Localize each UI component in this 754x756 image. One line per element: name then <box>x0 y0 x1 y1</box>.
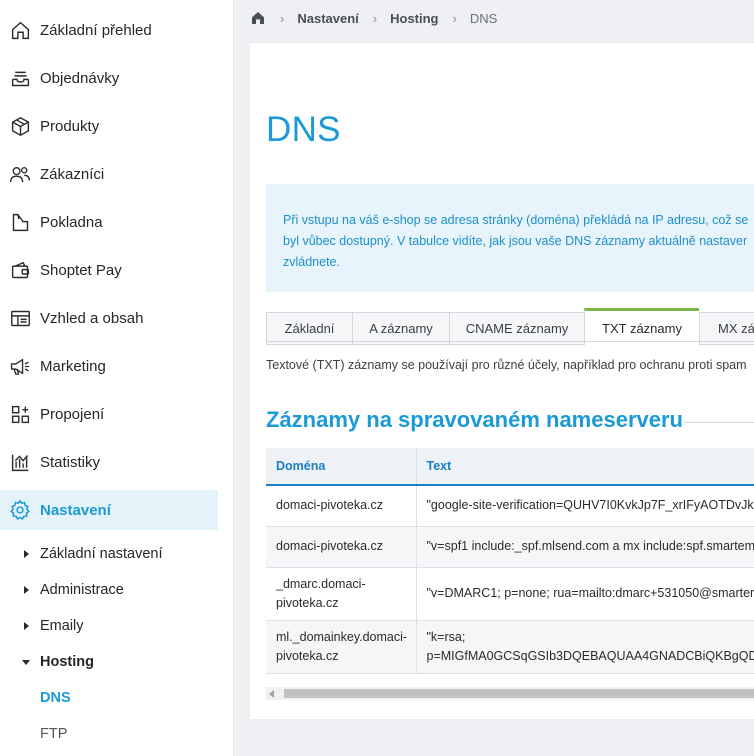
integrations-icon <box>9 403 31 425</box>
home-icon[interactable] <box>250 10 266 26</box>
sidebar-item-label: Pokladna <box>40 213 103 231</box>
tab-bar: Základní A záznamy CNAME záznamy TXT záz… <box>266 308 754 345</box>
subnav-item-label: Základní nastavení <box>40 546 163 562</box>
subnav-item-label: Hosting <box>40 654 94 670</box>
table-header-row: Doména Text <box>266 448 754 486</box>
sidebar-item-label: Základní přehled <box>40 21 152 39</box>
cell-text: "k=rsa; p=MIGfMA0GCSqGSIb3DQEBAQUAA4GNAD… <box>415 620 754 674</box>
sidebar-item-label: Zákazníci <box>40 165 105 183</box>
info-line: zvládnete. <box>283 255 340 269</box>
sidebar-item-objednavky[interactable]: Objednávky <box>0 58 218 98</box>
cell-text: "v=spf1 include:_spf.mlsend.com a mx inc… <box>415 526 754 568</box>
cell-domain: ml._domainkey.domaci-pivoteka.cz <box>266 620 416 674</box>
breadcrumb-link-nastaveni[interactable]: Nastavení <box>297 11 358 26</box>
home-icon <box>9 19 31 41</box>
layout-icon <box>9 307 31 329</box>
horizontal-scrollbar[interactable] <box>266 687 754 700</box>
sidebar-item-label: Marketing <box>40 357 106 375</box>
sidebar-item-label: Propojení <box>40 405 105 423</box>
tab-divider <box>266 341 754 342</box>
subnav-item-dns[interactable]: DNS <box>0 684 218 712</box>
subnav-item-ftp[interactable]: FTP <box>0 720 218 748</box>
breadcrumb-current: DNS <box>469 10 498 26</box>
sidebar-item-zakaznici[interactable]: Zákazníci <box>0 154 218 194</box>
caret-right-icon <box>24 622 29 630</box>
chevron-right-icon: › <box>280 10 285 26</box>
table-row: _dmarc.domaci-pivoteka.cz "v=DMARC1; p=n… <box>266 567 754 621</box>
chevron-right-icon: › <box>372 10 378 26</box>
scroll-left-arrow-icon[interactable] <box>269 690 274 698</box>
cell-domain: domaci-pivoteka.cz <box>266 485 416 527</box>
sidebar-item-label: Nastavení <box>40 501 111 519</box>
tab-txt-zaznamy[interactable]: TXT záznamy <box>584 308 699 345</box>
dns-records-table: Doména Text domaci-pivoteka.cz "google-s… <box>266 448 754 674</box>
cash-register-icon <box>9 211 31 233</box>
sidebar-item-prehled[interactable]: Základní přehled <box>0 10 218 50</box>
table-row: domaci-pivoteka.cz "google-site-verifica… <box>266 485 754 527</box>
wallet-icon <box>9 259 31 281</box>
subnav-item-hosting[interactable]: Hosting <box>0 648 218 676</box>
breadcrumb: › Nastavení › Hosting › DNS <box>250 8 497 28</box>
box-icon <box>9 115 31 137</box>
sidebar-item-label: Statistiky <box>40 453 101 471</box>
subnav-item-zakladni-nastaveni[interactable]: Základní nastavení <box>0 540 218 568</box>
content-card: DNS Při vstupu na váš e-shop se adresa s… <box>250 43 754 719</box>
sidebar-item-label: Vzhled a obsah <box>40 309 144 327</box>
table-row: domaci-pivoteka.cz "v=spf1 include:_spf.… <box>266 526 754 568</box>
info-line: Při vstupu na váš e-shop se adresa strán… <box>283 213 749 227</box>
users-icon <box>9 163 31 185</box>
tab-description: Textové (TXT) záznamy se používají pro r… <box>266 358 747 372</box>
cell-text-line: "k=rsa; <box>426 629 466 644</box>
subnav-item-administrace[interactable]: Administrace <box>0 576 218 604</box>
megaphone-icon <box>9 355 31 377</box>
sidebar-item-vzhled[interactable]: Vzhled a obsah <box>0 298 218 338</box>
subnav-item-label: Emaily <box>40 618 84 634</box>
table-row: ml._domainkey.domaci-pivoteka.cz "k=rsa;… <box>266 620 754 674</box>
section-title: Záznamy na spravovaném nameserveru <box>266 407 683 432</box>
scrollbar-thumb[interactable] <box>284 689 754 698</box>
subnav-item-label: Administrace <box>40 582 124 598</box>
sidebar-item-nastaveni[interactable]: Nastavení <box>0 490 218 530</box>
info-box: Při vstupu na váš e-shop se adresa strán… <box>266 184 754 292</box>
sidebar-item-statistiky[interactable]: Statistiky <box>0 442 218 482</box>
subnav-item-emaily[interactable]: Emaily <box>0 612 218 640</box>
column-header-text[interactable]: Text <box>415 448 754 486</box>
breadcrumb-link-hosting[interactable]: Hosting <box>390 11 438 26</box>
sidebar-item-marketing[interactable]: Marketing <box>0 346 218 386</box>
cell-text-line: p=MIGfMA0GCSqGSIb3DQEBAQUAA4GNADCBiQKBgQ… <box>426 648 754 663</box>
cell-domain: _dmarc.domaci-pivoteka.cz <box>266 567 416 621</box>
section-divider <box>684 422 754 423</box>
sidebar-item-pokladna[interactable]: Pokladna <box>0 202 218 242</box>
sidebar-item-label: Shoptet Pay <box>40 261 122 279</box>
cell-domain: domaci-pivoteka.cz <box>266 526 416 568</box>
subnav-item-label: FTP <box>40 726 68 742</box>
caret-right-icon <box>24 550 29 558</box>
sidebar-item-shoptet-pay[interactable]: Shoptet Pay <box>0 250 218 290</box>
sidebar-item-produkty[interactable]: Produkty <box>0 106 218 146</box>
info-line: byl vůbec dostupný. V tabulce vidíte, ja… <box>283 234 748 248</box>
gear-icon <box>9 499 31 521</box>
caret-right-icon <box>24 586 29 594</box>
cell-text: "google-site-verification=QUHV7I0KvkJp7F… <box>415 485 754 527</box>
caret-down-icon <box>22 660 30 665</box>
sidebar-item-label: Produkty <box>40 117 100 135</box>
chevron-right-icon: › <box>452 10 457 26</box>
orders-icon <box>9 67 31 89</box>
sidebar-item-propojeni[interactable]: Propojení <box>0 394 218 434</box>
chart-icon <box>9 451 31 473</box>
cell-text: "v=DMARC1; p=none; rua=mailto:dmarc+5310… <box>415 567 754 621</box>
sidebar: Základní přehled Objednávky Produkty Zák… <box>0 0 234 756</box>
sidebar-item-label: Objednávky <box>40 69 120 87</box>
page-title: DNS <box>266 110 341 149</box>
subnav-item-label: DNS <box>40 690 71 706</box>
column-header-domena[interactable]: Doména <box>266 448 416 486</box>
